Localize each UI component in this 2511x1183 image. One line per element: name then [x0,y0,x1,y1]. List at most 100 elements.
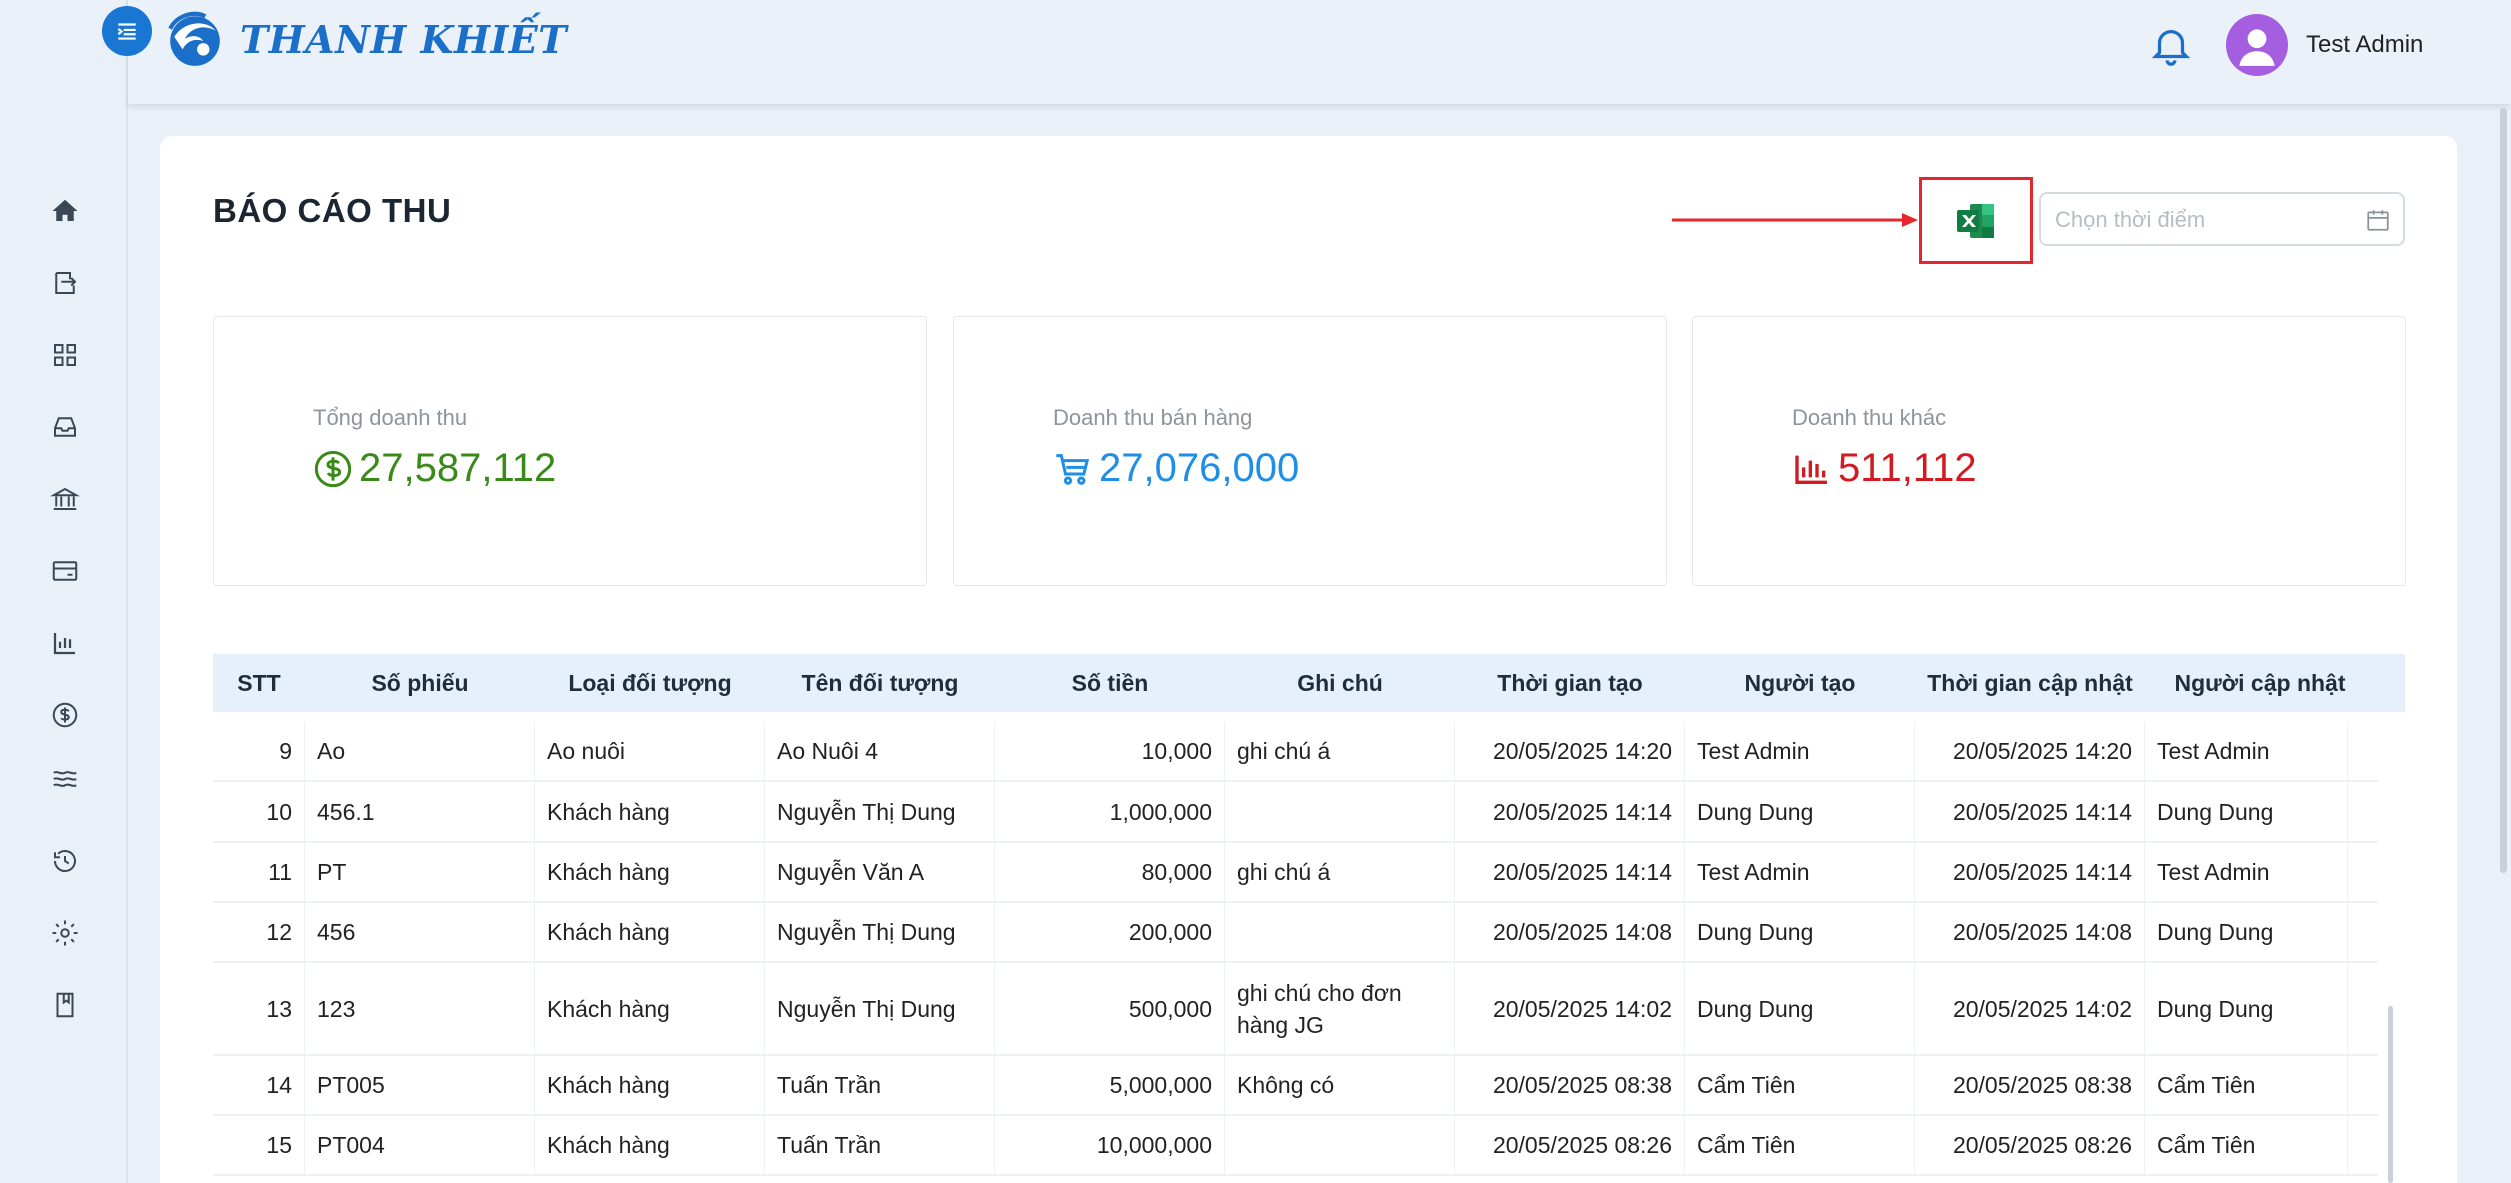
cell-name: Nguyễn Thị Dung [765,963,995,1054]
cell-created-at: 20/05/2025 14:14 [1455,782,1685,841]
table-row[interactable]: 10 456.1 Khách hàng Nguyễn Thị Dung 1,00… [213,782,2378,843]
col-header[interactable]: STT [213,654,305,712]
cell-updated-at: 20/05/2025 14:14 [1915,843,2145,901]
menu-toggle-button[interactable] [102,6,152,56]
cell-created-by: Dung Dung [1685,963,1915,1054]
page-title: BÁO CÁO THU [213,192,452,229]
cell-note: ghi chú cho đơn hàng JG [1225,963,1455,1054]
cell-created-at: 20/05/2025 08:26 [1455,1116,1685,1174]
cell-updated-by: Dung Dung [2145,782,2348,841]
date-picker[interactable] [2039,192,2405,246]
cell-receipt: Ao [305,722,535,780]
cell-stt: 10 [213,782,305,841]
cell-updated-at: 20/05/2025 14:08 [1915,903,2145,961]
inbox-icon[interactable] [46,408,84,446]
cell-updated-by: Cẩm Tiên [2145,1056,2348,1114]
home-icon[interactable] [46,192,84,230]
stat-sales-revenue: Doanh thu bán hàng 27,076,000 [953,316,1667,586]
cell-amount: 500,000 [995,963,1225,1054]
cell-amount: 5,000,000 [995,1056,1225,1114]
cell-updated-at: 20/05/2025 14:14 [1915,782,2145,841]
stat-value: 511,112 [1792,446,1977,491]
col-header[interactable]: Tên đối tượng [765,654,995,712]
waves-icon[interactable] [46,760,84,798]
page-scrollbar[interactable] [2500,108,2507,873]
top-header: THANH KHIẾT Test Admin [128,0,2511,104]
cell-type: Khách hàng [535,1116,765,1174]
stat-amount: 511,112 [1838,446,1977,490]
brand-logo[interactable]: THANH KHIẾT [164,8,567,70]
col-header[interactable]: Số phiếu [305,654,535,712]
col-header[interactable]: Người tạo [1685,654,1915,712]
col-header[interactable]: Người cập nhật [2145,654,2375,712]
cart-icon [1056,453,1090,485]
date-input[interactable] [2055,204,2355,236]
table-row[interactable]: 12 456 Khách hàng Nguyễn Thị Dung 200,00… [213,903,2378,963]
transfer-icon[interactable] [46,264,84,302]
cell-receipt: PT004 [305,1116,535,1174]
cell-stt: 14 [213,1056,305,1114]
dollar-circle-icon [314,450,352,487]
user-avatar[interactable] [2226,14,2288,76]
col-header[interactable]: Thời gian tạo [1455,654,1685,712]
cell-updated-by: Dung Dung [2145,963,2348,1054]
stat-total-revenue: Tổng doanh thu 27,587,112 [213,316,927,586]
logo-icon [168,11,220,66]
user-name[interactable]: Test Admin [2306,31,2423,59]
cell-name: Nguyễn Thị Dung [765,903,995,961]
bank-icon[interactable] [46,480,84,518]
table-row[interactable]: 15 PT004 Khách hàng Tuấn Trần 10,000,000… [213,1116,2378,1176]
stat-value: 27,587,112 [313,446,556,491]
cell-note [1225,1116,1455,1174]
cell-created-at: 20/05/2025 14:20 [1455,722,1685,780]
table-row[interactable]: 11 PT Khách hàng Nguyễn Văn A 80,000 ghi… [213,843,2378,903]
cell-updated-at: 20/05/2025 08:38 [1915,1056,2145,1114]
cell-amount: 80,000 [995,843,1225,901]
export-excel-button[interactable] [1919,177,2033,264]
col-header[interactable]: Loại đối tượng [535,654,765,712]
cell-created-by: Cẩm Tiên [1685,1116,1915,1174]
cell-receipt: PT005 [305,1056,535,1114]
cell-updated-by: Test Admin [2145,843,2348,901]
table-row[interactable]: 14 PT005 Khách hàng Tuấn Trần 5,000,000 … [213,1056,2378,1116]
cell-note: Không có [1225,1056,1455,1114]
col-header[interactable]: Thời gian cập nhật [1915,654,2145,712]
book-icon[interactable] [46,986,84,1024]
col-header[interactable]: Số tiền [995,654,1225,712]
cell-updated-at: 20/05/2025 08:26 [1915,1116,2145,1174]
cell-type: Khách hàng [535,903,765,961]
calendar-icon[interactable] [2365,207,2391,233]
cell-stt: 9 [213,722,305,780]
user-icon [2239,29,2275,66]
sidebar [0,0,128,1183]
cell-updated-by: Test Admin [2145,722,2348,780]
stat-label: Doanh thu khác [1792,405,1947,430]
cell-note [1225,782,1455,841]
cell-name: Tuấn Trần [765,1056,995,1114]
grid-icon[interactable] [46,336,84,374]
cell-created-by: Test Admin [1685,722,1915,780]
table-row[interactable]: 9 Ao Ao nuôi Ao Nuôi 4 10,000 ghi chú á … [213,722,2378,782]
stat-amount: 27,587,112 [359,446,557,490]
col-header[interactable]: Ghi chú [1225,654,1455,712]
cell-updated-by: Cẩm Tiên [2145,1116,2348,1174]
cell-type: Khách hàng [535,843,765,901]
table-row[interactable]: 13 123 Khách hàng Nguyễn Thị Dung 500,00… [213,963,2378,1056]
history-icon[interactable] [46,842,84,880]
cell-stt: 15 [213,1116,305,1174]
table-header: STT Số phiếu Loại đối tượng Tên đối tượn… [213,654,2405,712]
cell-stt: 11 [213,843,305,901]
cell-receipt: 456 [305,903,535,961]
cell-note: ghi chú á [1225,722,1455,780]
cell-created-at: 20/05/2025 08:38 [1455,1056,1685,1114]
cell-created-at: 20/05/2025 14:08 [1455,903,1685,961]
cell-amount: 200,000 [995,903,1225,961]
cell-created-at: 20/05/2025 14:14 [1455,843,1685,901]
notification-bell-icon[interactable] [2148,22,2194,68]
report-icon[interactable] [46,624,84,662]
card-icon[interactable] [46,552,84,590]
dollar-icon[interactable] [46,696,84,734]
settings-icon[interactable] [46,914,84,952]
table-scrollbar[interactable] [2388,1006,2393,1183]
cell-note [1225,903,1455,961]
